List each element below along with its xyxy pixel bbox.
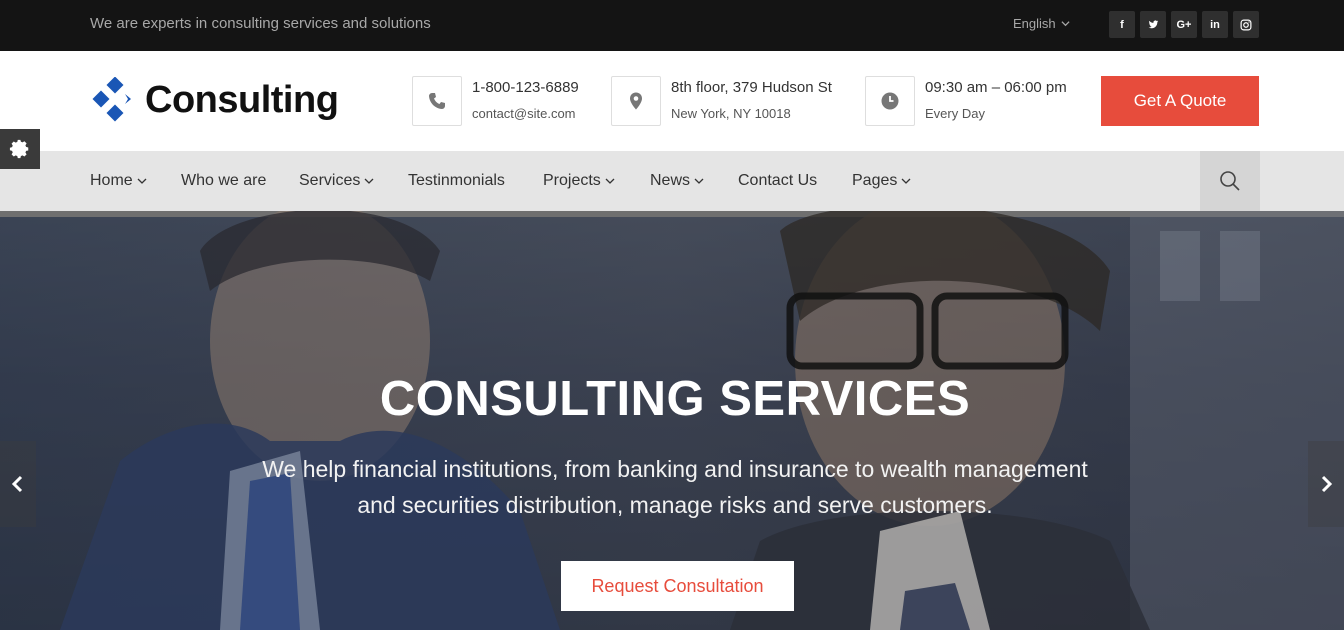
nav-item-projects[interactable]: Projects	[543, 172, 615, 190]
get-a-quote-button[interactable]: Get A Quote	[1101, 76, 1259, 126]
chevron-left-icon	[11, 475, 23, 493]
hero-description-line-1: We help financial institutions, from ban…	[262, 456, 1088, 482]
nav-item-who-we-are[interactable]: Who we are	[181, 172, 266, 190]
nav-item-home[interactable]: Home	[90, 172, 147, 190]
twitter-icon[interactable]	[1140, 11, 1166, 38]
slider-prev-button[interactable]	[0, 441, 36, 527]
chevron-down-icon	[1061, 21, 1070, 27]
language-selector[interactable]: English	[1013, 16, 1070, 31]
chevron-down-icon	[694, 178, 704, 184]
address-city: New York, NY 10018	[671, 106, 791, 121]
logo-text[interactable]: Consulting	[145, 79, 339, 122]
chevron-down-icon	[137, 178, 147, 184]
chevron-down-icon	[605, 178, 615, 184]
hours-days: Every Day	[925, 106, 985, 121]
phone-number[interactable]: 1-800-123-6889	[472, 79, 579, 96]
hero-title: CONSULTING SERVICES	[379, 372, 971, 426]
hero-slider: CONSULTING SERVICES We help financial in…	[0, 211, 1344, 630]
search-icon	[1220, 171, 1240, 191]
hero-description-line-2: and securities distribution, manage risk…	[357, 492, 993, 518]
chevron-right-icon	[1321, 475, 1333, 493]
nav-item-testimonials[interactable]: Testinmonials	[408, 172, 505, 190]
instagram-icon[interactable]	[1233, 11, 1259, 38]
facebook-icon[interactable]: f	[1109, 11, 1135, 38]
search-button[interactable]	[1200, 151, 1260, 211]
language-label: English	[1013, 16, 1056, 31]
main-nav: Home Who we are Services Testinmonials P…	[0, 151, 1344, 211]
address-line: 8th floor, 379 Hudson St	[671, 79, 832, 96]
chevron-down-icon	[364, 178, 374, 184]
google-plus-icon[interactable]: G+	[1171, 11, 1197, 38]
contact-email[interactable]: contact@site.com	[472, 106, 576, 121]
slider-next-button[interactable]	[1308, 441, 1344, 527]
phone-icon	[412, 76, 462, 126]
nav-item-contact-us[interactable]: Contact Us	[738, 172, 817, 190]
nav-item-services[interactable]: Services	[299, 172, 374, 190]
settings-gear-icon[interactable]	[0, 129, 40, 169]
map-pin-icon	[611, 76, 661, 126]
clock-icon	[865, 76, 915, 126]
hero-description: We help financial institutions, from ban…	[0, 451, 1344, 523]
request-consultation-button[interactable]: Request Consultation	[561, 561, 794, 611]
hours-time: 09:30 am – 06:00 pm	[925, 79, 1067, 96]
tagline: We are experts in consulting services an…	[90, 15, 431, 32]
nav-item-news[interactable]: News	[650, 172, 704, 190]
logo[interactable]	[92, 77, 138, 123]
chevron-down-icon	[901, 178, 911, 184]
top-bar: We are experts in consulting services an…	[0, 0, 1344, 51]
linkedin-icon[interactable]: in	[1202, 11, 1228, 38]
nav-item-pages[interactable]: Pages	[852, 172, 911, 190]
logo-diamond-icon	[92, 77, 131, 122]
